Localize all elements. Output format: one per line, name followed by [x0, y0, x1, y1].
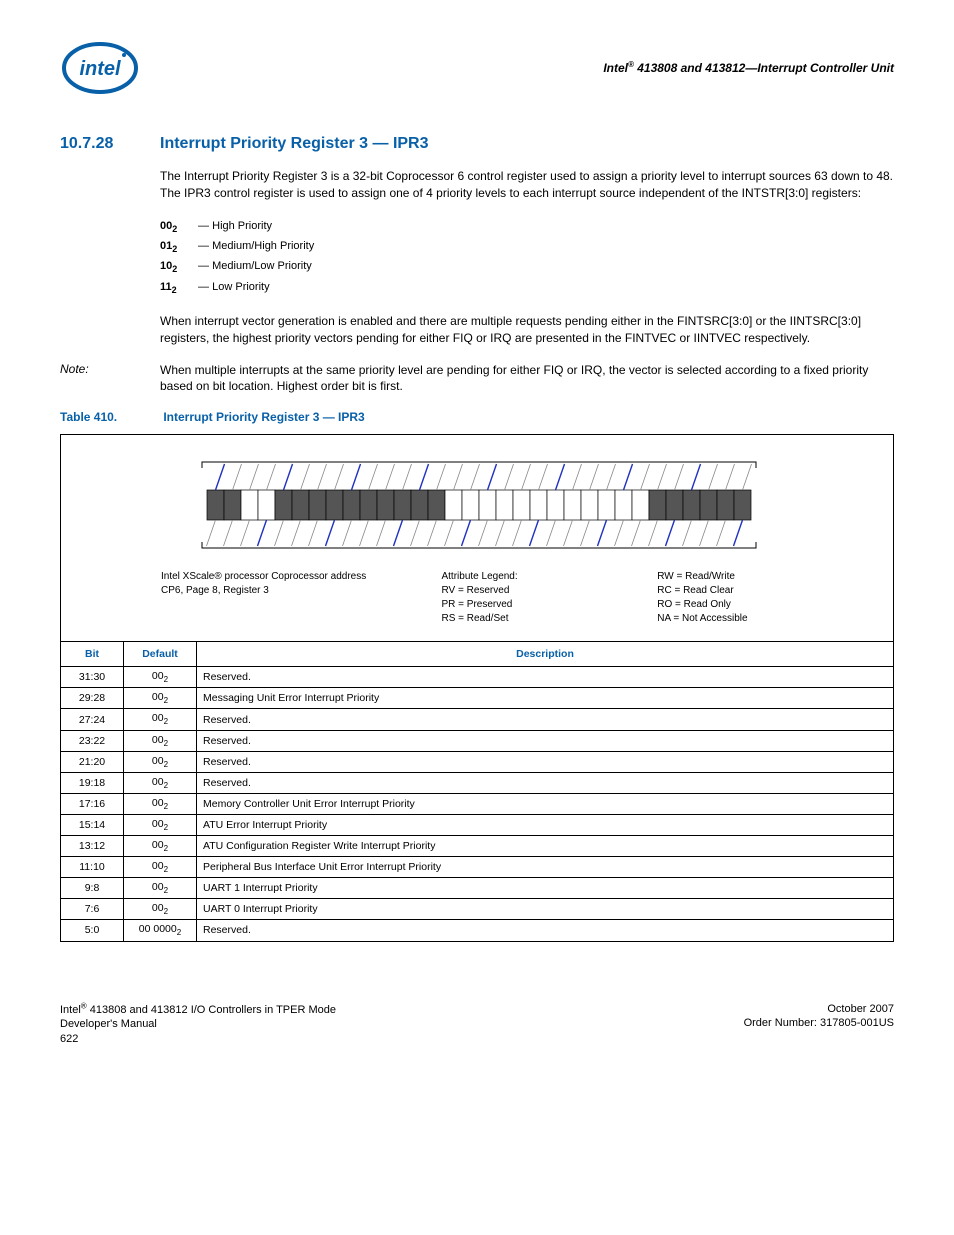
legend-item: RC = Read Clear [657, 584, 873, 598]
coproc-addr-line2: CP6, Page 8, Register 3 [161, 584, 441, 598]
table-row: 13:12002ATU Configuration Register Write… [61, 836, 894, 857]
legend-item: NA = Not Accessible [657, 612, 873, 626]
note-label: Note: [60, 362, 160, 396]
legend-item: RW = Read/Write [657, 570, 873, 584]
section-title: Interrupt Priority Register 3 — IPR3 [160, 135, 429, 153]
header-doc-title: Intel® 413808 and 413812—Interrupt Contr… [603, 60, 894, 75]
priority-item: 002 — High Priority [160, 217, 894, 237]
register-diagram: Intel XScale® processor Coprocessor addr… [60, 434, 894, 642]
table-row: 11:10002Peripheral Bus Interface Unit Er… [61, 857, 894, 878]
diagram-legend: Intel XScale® processor Coprocessor addr… [161, 570, 873, 626]
svg-text:intel: intel [79, 58, 121, 80]
section-number: 10.7.28 [60, 135, 160, 153]
page-footer: Intel® 413808 and 413812 I/O Controllers… [60, 1002, 894, 1047]
priority-item: 012 — Medium/High Priority [160, 237, 894, 257]
page-header: intel Intel® 413808 and 413812—Interrupt… [60, 40, 894, 95]
section-header: 10.7.28 Interrupt Priority Register 3 — … [60, 135, 894, 153]
table-row: 29:28002Messaging Unit Error Interrupt P… [61, 688, 894, 709]
th-description: Description [197, 642, 894, 667]
legend-item: PR = Preserved [441, 598, 657, 612]
table-row: 23:22002Reserved. [61, 730, 894, 751]
table-row: 31:30002Reserved. [61, 667, 894, 688]
table-title: Interrupt Priority Register 3 — IPR3 [163, 410, 364, 424]
coproc-addr-line1: Intel XScale® processor Coprocessor addr… [161, 570, 441, 584]
table-row: 21:20002Reserved. [61, 751, 894, 772]
priority-item: 102 — Medium/Low Priority [160, 257, 894, 277]
table-row: 9:8002UART 1 Interrupt Priority [61, 878, 894, 899]
table-row: 19:18002Reserved. [61, 772, 894, 793]
intel-logo: intel [60, 40, 140, 95]
note-block: Note: When multiple interrupts at the sa… [60, 362, 894, 396]
table-row: 15:14002ATU Error Interrupt Priority [61, 814, 894, 835]
legend-title: Attribute Legend: [441, 570, 657, 584]
table-row: 17:16002Memory Controller Unit Error Int… [61, 793, 894, 814]
section-para-2: When interrupt vector generation is enab… [160, 313, 894, 347]
th-default: Default [124, 642, 197, 667]
legend-item: RO = Read Only [657, 598, 873, 612]
footer-left: Intel® 413808 and 413812 I/O Controllers… [60, 1002, 336, 1047]
bit-table: Bit Default Description 31:30002Reserved… [60, 642, 894, 941]
table-row: 7:6002UART 0 Interrupt Priority [61, 899, 894, 920]
priority-item: 112 — Low Priority [160, 278, 894, 298]
table-label: Table 410. [60, 410, 160, 424]
th-bit: Bit [61, 642, 124, 667]
legend-item: RV = Reserved [441, 584, 657, 598]
section-para-1: The Interrupt Priority Register 3 is a 3… [160, 168, 894, 202]
footer-right: October 2007 Order Number: 317805-001US [744, 1002, 894, 1047]
table-row: 5:000 00002Reserved. [61, 920, 894, 941]
note-text: When multiple interrupts at the same pri… [160, 362, 894, 396]
table-row: 27:24002Reserved. [61, 709, 894, 730]
legend-item: RS = Read/Set [441, 612, 657, 626]
priority-list: 002 — High Priority 012 — Medium/High Pr… [160, 217, 894, 299]
bit-diagram-icon [167, 450, 787, 560]
table-caption: Table 410. Interrupt Priority Register 3… [60, 410, 894, 424]
